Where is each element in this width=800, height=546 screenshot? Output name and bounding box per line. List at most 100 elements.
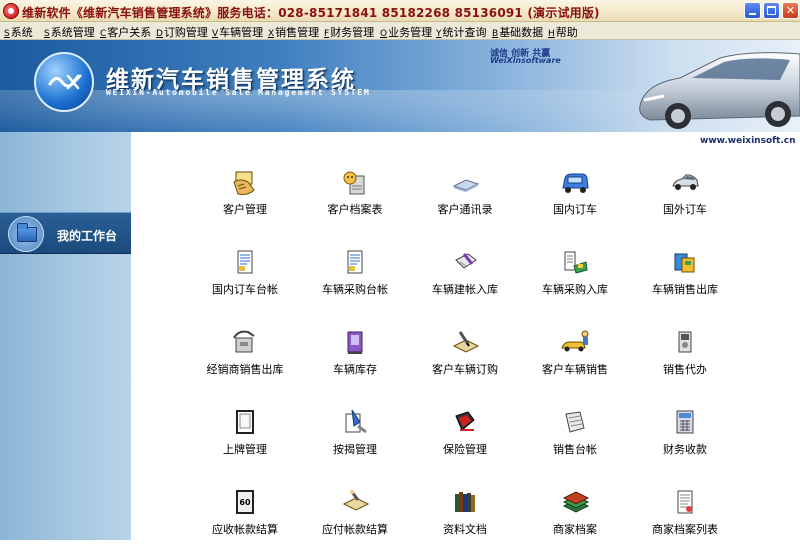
tile-label: 按揭管理 bbox=[333, 443, 377, 456]
sidebar-item-label: 我的工作台 bbox=[57, 229, 118, 243]
tile-vehicle-sales-stock-out[interactable]: 车辆销售出库 bbox=[630, 246, 740, 306]
maximize-icon bbox=[767, 6, 776, 15]
tile-customer-vehicle-sales[interactable]: 客户车辆销售 bbox=[520, 326, 630, 386]
tile-sales-ledger[interactable]: 销售台帐 bbox=[520, 406, 630, 466]
tile-label: 资料文档 bbox=[443, 523, 487, 536]
menu-label: 客户关系 bbox=[107, 26, 152, 39]
tile-label: 客户车辆订购 bbox=[432, 363, 498, 376]
menu-accelerator: S bbox=[4, 29, 10, 39]
tile-label: 应付帐款结算 bbox=[322, 523, 388, 536]
menu-system[interactable]: S系统 bbox=[4, 24, 33, 40]
address-book-icon bbox=[452, 179, 480, 192]
app-logo-icon bbox=[3, 3, 19, 19]
menu-help[interactable]: H帮助 bbox=[548, 24, 578, 40]
tile-label: 上牌管理 bbox=[223, 443, 267, 456]
menu-customer-relations[interactable]: C客户关系 bbox=[100, 24, 151, 40]
menu-label: 系统 bbox=[10, 26, 33, 39]
mortgage-icon bbox=[345, 409, 367, 434]
menu-system-management[interactable]: S系统管理 bbox=[44, 24, 95, 40]
tile-sales-agent[interactable]: 销售代办 bbox=[630, 326, 740, 386]
tile-label: 国内订车 bbox=[553, 203, 597, 216]
header-banner: 维新汽车销售管理系统 WEIXIN-Automobile Sale Manage… bbox=[0, 40, 800, 132]
warehouse-out-icon bbox=[674, 253, 695, 273]
tile-label: 客户车辆销售 bbox=[542, 363, 608, 376]
tile-accounts-payable[interactable]: 应付帐款结算 bbox=[300, 486, 410, 546]
menu-label: 财务管理 bbox=[330, 26, 375, 39]
menu-order-management[interactable]: D订购管理 bbox=[156, 24, 208, 40]
menu-accelerator: C bbox=[100, 29, 107, 39]
tile-vehicle-inventory[interactable]: 车辆库存 bbox=[300, 326, 410, 386]
menu-accelerator: X bbox=[268, 29, 275, 39]
menu-sales-management[interactable]: X销售管理 bbox=[268, 24, 319, 40]
ledger-document-icon bbox=[347, 250, 363, 274]
tile-merchant-profile[interactable]: 商家档案 bbox=[520, 486, 630, 546]
tile-foreign-car-order[interactable]: 国外订车 bbox=[630, 166, 740, 226]
merchant-list-icon bbox=[677, 490, 693, 514]
tile-label: 车辆销售出库 bbox=[652, 283, 718, 296]
tile-accounts-receivable[interactable]: 60 应收帐款结算 bbox=[190, 486, 300, 546]
website-link[interactable]: www.weixinsoft.cn bbox=[700, 136, 796, 146]
sidebar-item-workspace[interactable]: 我的工作台 bbox=[0, 212, 131, 254]
menu-label: 车辆管理 bbox=[219, 26, 264, 39]
title-bar[interactable]: 维新软件《维新汽车销售管理系统》服务电话：028-85171841 851822… bbox=[0, 0, 800, 22]
tile-license-plate-management[interactable]: 上牌管理 bbox=[190, 406, 300, 466]
ledger-document-icon bbox=[237, 250, 253, 274]
tile-customer-address-book[interactable]: 客户通讯录 bbox=[410, 166, 520, 226]
wave-logo-icon bbox=[48, 74, 82, 90]
menu-business-management[interactable]: O业务管理 bbox=[380, 24, 432, 40]
workspace-badge bbox=[8, 216, 44, 252]
menu-label: 统计查询 bbox=[442, 26, 487, 39]
tile-finance-collection[interactable]: 财务收款 bbox=[630, 406, 740, 466]
brand-logo-icon bbox=[34, 52, 94, 112]
bookshelf-icon bbox=[455, 492, 475, 512]
menu-base-data[interactable]: B基础数据 bbox=[492, 24, 543, 40]
tile-vehicle-purchase-stock-in[interactable]: 车辆采购入库 bbox=[520, 246, 630, 306]
tile-customer-vehicle-order[interactable]: 客户车辆订购 bbox=[410, 326, 520, 386]
tile-merchant-profile-list[interactable]: 商家档案列表 bbox=[630, 486, 740, 546]
write-document-icon bbox=[455, 253, 477, 269]
tile-label: 国内订车台帐 bbox=[212, 283, 278, 296]
tile-customer-profile[interactable]: 客户档案表 bbox=[300, 166, 410, 226]
tile-vehicle-purchase-ledger[interactable]: 车辆采购台帐 bbox=[300, 246, 410, 306]
blue-car-icon bbox=[562, 173, 589, 193]
close-button[interactable]: ✕ bbox=[782, 2, 799, 19]
maximize-button[interactable] bbox=[763, 2, 780, 19]
tile-customer-management[interactable]: 客户管理 bbox=[190, 166, 300, 226]
tile-mortgage-management[interactable]: 按揭管理 bbox=[300, 406, 410, 466]
menu-accelerator: Y bbox=[436, 29, 442, 39]
tile-vehicle-account-stock-in[interactable]: 车辆建帐入库 bbox=[410, 246, 520, 306]
tile-label: 车辆库存 bbox=[333, 363, 377, 376]
minimize-icon bbox=[749, 13, 756, 15]
hand-card-icon bbox=[233, 171, 255, 195]
tile-label: 国外订车 bbox=[663, 203, 707, 216]
menu-finance-management[interactable]: F财务管理 bbox=[324, 24, 374, 40]
company-name: WeiXinsoftware bbox=[490, 56, 561, 65]
sales-delivery-icon bbox=[561, 330, 589, 352]
minimize-button[interactable] bbox=[744, 2, 761, 19]
payable-hand-icon bbox=[342, 490, 370, 511]
menu-vehicle-management[interactable]: V车辆管理 bbox=[212, 24, 263, 40]
tile-label: 销售代办 bbox=[663, 363, 707, 376]
menu-accelerator: F bbox=[324, 29, 330, 39]
menu-bar: S系统 S系统管理 C客户关系 D订购管理 V车辆管理 X销售管理 F财务管理 … bbox=[0, 22, 800, 40]
dealer-phone-icon bbox=[233, 330, 255, 353]
tile-label: 销售台帐 bbox=[553, 443, 597, 456]
calculator-icon bbox=[676, 410, 694, 434]
tile-label: 车辆采购台帐 bbox=[322, 283, 388, 296]
merchant-books-icon bbox=[562, 491, 590, 513]
tile-domestic-car-order[interactable]: 国内订车 bbox=[520, 166, 630, 226]
tile-dealer-sales-stock-out[interactable]: 经销商销售出库 bbox=[190, 326, 300, 386]
tile-label: 客户管理 bbox=[223, 203, 267, 216]
workspace-grid: 客户管理 客户档案表 客户通讯录 国内订车 国外订车 国内订车台帐 车辆采购台帐… bbox=[131, 146, 800, 540]
tile-label: 应收帐款结算 bbox=[212, 523, 278, 536]
tile-domestic-order-ledger[interactable]: 国内订车台帐 bbox=[190, 246, 300, 306]
menu-statistics-query[interactable]: Y统计查询 bbox=[436, 24, 487, 40]
svg-text:60: 60 bbox=[239, 498, 251, 507]
user-profile-icon bbox=[343, 171, 365, 195]
tile-document-library[interactable]: 资料文档 bbox=[410, 486, 520, 546]
tile-insurance-management[interactable]: 保险管理 bbox=[410, 406, 520, 466]
menu-label: 帮助 bbox=[555, 26, 578, 39]
window-title: 维新软件《维新汽车销售管理系统》服务电话：028-85171841 851822… bbox=[22, 6, 600, 20]
tile-label: 保险管理 bbox=[443, 443, 487, 456]
receivable-calendar-icon: 60 bbox=[236, 490, 254, 514]
